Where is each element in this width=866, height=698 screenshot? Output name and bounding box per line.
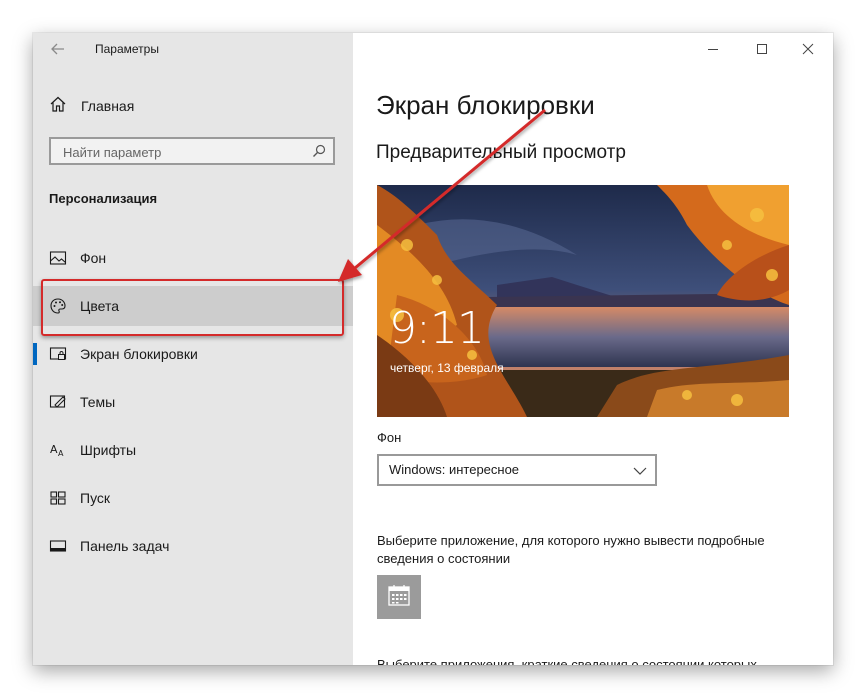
lock-screen-preview: 9:11 четверг, 13 февраля (377, 185, 789, 417)
settings-window: Параметры Главная Персонализация Фон Цв (33, 33, 833, 665)
app-status-description: Выберите приложение, для которого нужно … (377, 533, 765, 566)
main-content: Экран блокировки Предварительный просмот… (353, 33, 833, 665)
sidebar-item-label: Экран блокировки (80, 346, 198, 362)
quick-status-description: Выберите приложения, краткие сведения о … (377, 657, 757, 665)
sidebar-item-background[interactable]: Фон (33, 238, 353, 278)
sidebar-item-start[interactable]: Пуск (33, 478, 353, 518)
home-link[interactable]: Главная (49, 93, 134, 119)
svg-text:A: A (50, 443, 58, 456)
background-select-value: Windows: интересное (389, 462, 520, 477)
sidebar-item-label: Фон (80, 250, 107, 266)
sidebar-item-label: Панель задач (80, 538, 170, 554)
search-icon[interactable] (311, 143, 327, 159)
sidebar: Параметры Главная Персонализация Фон Цв (33, 33, 353, 665)
back-arrow-icon[interactable] (47, 39, 69, 59)
sidebar-item-themes[interactable]: Темы (33, 382, 353, 422)
close-icon[interactable] (800, 41, 816, 57)
home-label: Главная (81, 98, 135, 114)
page-title: Экран блокировки (376, 90, 595, 120)
landscape-image (377, 185, 789, 417)
section-title: Персонализация (49, 191, 158, 206)
taskbar-icon (49, 537, 67, 555)
sidebar-item-lock-screen[interactable]: Экран блокировки (33, 334, 353, 374)
app-status-button[interactable] (377, 575, 421, 619)
sidebar-item-fonts[interactable]: AA Шрифты (33, 430, 353, 470)
maximize-icon[interactable] (754, 41, 770, 57)
preview-clock-date: четверг, 13 февраля (390, 361, 504, 375)
calendar-icon (387, 583, 411, 612)
background-select[interactable]: Windows: интересное (377, 454, 657, 486)
svg-text:A: A (58, 449, 64, 458)
fonts-icon: AA (49, 441, 67, 459)
sidebar-item-label: Пуск (80, 490, 111, 506)
sidebar-item-label: Темы (80, 394, 116, 410)
lock-screen-icon (49, 345, 67, 363)
picture-icon (49, 249, 67, 267)
start-icon (49, 489, 67, 507)
background-label: Фон (377, 430, 402, 445)
annotation-highlight-box (41, 279, 344, 336)
sidebar-item-label: Шрифты (80, 442, 137, 458)
search-box[interactable] (49, 137, 335, 165)
chevron-down-icon (633, 464, 647, 476)
home-icon (49, 95, 67, 118)
minimize-icon[interactable] (705, 41, 721, 57)
preview-heading: Предварительный просмотр (376, 142, 626, 163)
app-title: Параметры (95, 42, 159, 56)
preview-clock-time: 9:11 (389, 303, 485, 354)
search-input[interactable] (61, 142, 305, 162)
themes-icon (49, 393, 67, 411)
sidebar-item-taskbar[interactable]: Панель задач (33, 526, 353, 566)
